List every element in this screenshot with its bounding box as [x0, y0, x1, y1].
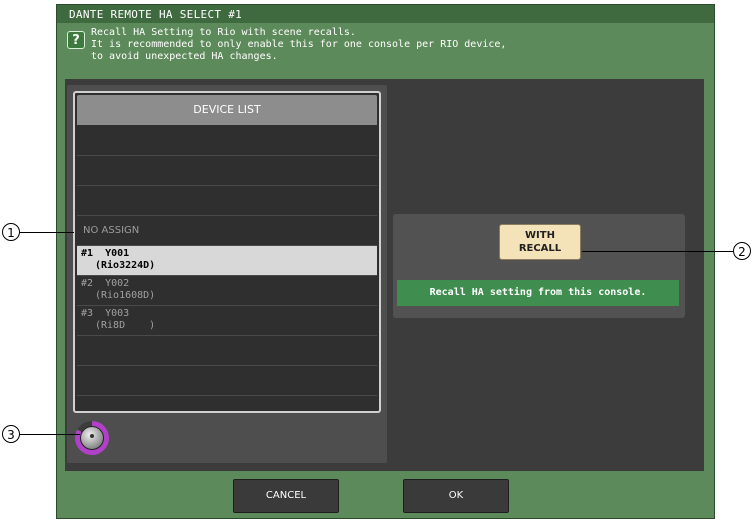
device-list-header: DEVICE LIST	[77, 95, 377, 125]
description-text: Recall HA Setting to Rio with scene reca…	[91, 27, 506, 63]
recall-status-message: Recall HA setting from this console.	[397, 280, 679, 306]
main-panel: DEVICE LIST NO ASSIGN #1 Y001 (Rio3224D)…	[65, 79, 704, 471]
with-recall-label-line2: RECALL	[518, 243, 562, 254]
device-model: (Rio1608D)	[95, 290, 156, 301]
list-item-device-2[interactable]: #2 Y002 (Rio1608D)	[77, 276, 377, 306]
list-item-device-1[interactable]: #1 Y001 (Rio3224D)	[77, 246, 377, 276]
description-line: It is recommended to only enable this fo…	[91, 39, 507, 50]
device-id: #3 Y003	[81, 308, 130, 319]
with-recall-button[interactable]: WITH RECALL	[499, 224, 581, 260]
cancel-button[interactable]: CANCEL	[233, 479, 339, 513]
list-item-empty[interactable]	[77, 126, 377, 156]
device-id: #2 Y002	[81, 278, 130, 289]
callout-3: 3	[2, 425, 20, 443]
list-item-device-3[interactable]: #3 Y003 (Ri8D )	[77, 306, 377, 336]
window-title: DANTE REMOTE HA SELECT #1	[69, 8, 243, 21]
help-icon[interactable]: ?	[67, 31, 85, 49]
device-id: #1 Y001	[81, 248, 130, 259]
ok-button[interactable]: OK	[403, 479, 509, 513]
knob-icon	[80, 426, 104, 450]
device-model: (Rio3224D)	[95, 260, 156, 271]
title-bar: DANTE REMOTE HA SELECT #1	[57, 5, 714, 23]
callout-2-leader	[582, 251, 733, 252]
device-list-rows: NO ASSIGN #1 Y001 (Rio3224D) #2 Y002 (Ri…	[77, 126, 377, 396]
list-item-empty[interactable]	[77, 156, 377, 186]
device-list-panel: DEVICE LIST NO ASSIGN #1 Y001 (Rio3224D)…	[67, 85, 387, 463]
recall-panel: WITH RECALL Recall HA setting from this …	[393, 214, 685, 318]
description-line: Recall HA Setting to Rio with scene reca…	[91, 27, 356, 38]
device-list: DEVICE LIST NO ASSIGN #1 Y001 (Rio3224D)…	[73, 91, 381, 413]
list-item-no-assign[interactable]: NO ASSIGN	[77, 216, 377, 246]
description-line: to avoid unexpected HA changes.	[91, 51, 278, 62]
callout-2: 2	[733, 242, 751, 260]
list-item-empty[interactable]	[77, 366, 377, 396]
list-item-empty[interactable]	[77, 336, 377, 366]
callout-3-leader	[20, 434, 80, 435]
callout-1-leader	[20, 232, 74, 233]
knob-indicator	[90, 434, 94, 438]
with-recall-label-line1: WITH	[525, 230, 555, 241]
no-assign-label: NO ASSIGN	[83, 225, 140, 236]
scroll-knob[interactable]	[75, 421, 109, 455]
dialog-window: DANTE REMOTE HA SELECT #1 ? Recall HA Se…	[56, 4, 715, 519]
callout-1: 1	[2, 223, 20, 241]
list-item-empty[interactable]	[77, 186, 377, 216]
device-model: (Ri8D )	[95, 320, 156, 331]
